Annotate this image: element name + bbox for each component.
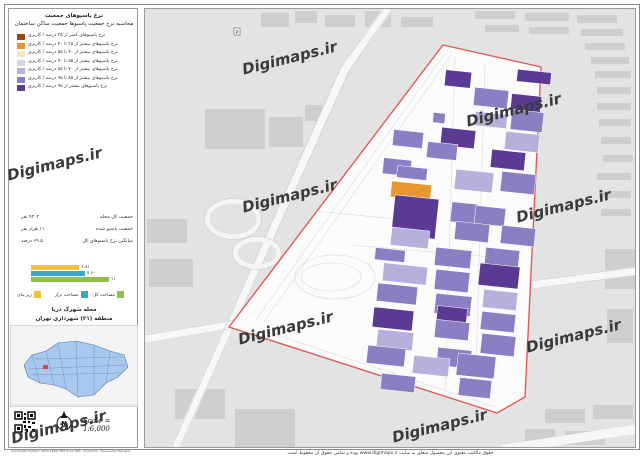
legend-label: نرخ پاسیوهای کمتر از ۲۵ درصد / کاربری [28, 33, 106, 38]
area-bar-label: ۶.۸۱ [81, 264, 90, 270]
building-block[interactable] [499, 171, 537, 195]
copyright-footer: حقوق مالکیت معنوی این محصول متعلق به سای… [286, 451, 494, 456]
legend-item: نرخ پاسیوهای بیشتر از ۹۵ درصد / کاربری [17, 84, 135, 92]
bar-legend-item: مساحت کل [93, 291, 124, 299]
study-area-marker [43, 365, 48, 369]
bar-legend-swatch [116, 291, 124, 298]
bar-legend-swatch [33, 291, 41, 298]
building-block[interactable] [453, 168, 495, 194]
building-block[interactable] [477, 262, 521, 290]
stat-key: جمعیت کل محله [99, 215, 133, 220]
legend-item: نرخ پاسیوهای بیشتر از ۴۰ تا ۵۵ درصد / کا… [17, 50, 135, 58]
building-block[interactable] [433, 246, 473, 270]
legend-swatch [17, 59, 25, 66]
building-block[interactable] [389, 226, 431, 250]
building-block[interactable] [481, 288, 519, 312]
stat-value: ۱۱ هزار نفر [21, 227, 45, 232]
area-bar [31, 277, 109, 282]
area-bar-label: ۱۱ [111, 276, 116, 282]
area-bar-label: ۷.۶۰ [86, 270, 96, 276]
stat-row: جمعیت پاسیو شده ۱۱ هزار نفر [21, 227, 133, 236]
building-block[interactable] [433, 269, 471, 293]
legend-swatch [17, 42, 25, 49]
area-bar [31, 265, 80, 270]
stat-value: ۶۹.۵ درصد [21, 239, 43, 244]
building-block[interactable] [457, 377, 493, 399]
building-block[interactable] [499, 224, 537, 248]
legend-subtitle: محاسبه نرخ جمعیت پاسیوها جمعیت ساکن ساخت… [14, 21, 134, 27]
legend-label: نرخ پاسیوهای بیشتر از ۴۰ تا ۵۵ درصد / کا… [28, 50, 118, 55]
stat-value: ۹۴۰۲ نفر [21, 215, 40, 220]
stat-row: جمعیت کل محله ۹۴۰۲ نفر [21, 215, 133, 224]
bar-legend-label: مساحت کل [93, 293, 115, 298]
bar-legend-label: مساحت تراز [55, 293, 79, 298]
building-block[interactable] [411, 354, 451, 378]
building-block[interactable] [489, 148, 527, 172]
inset-map [10, 325, 138, 407]
legend-swatch [17, 76, 25, 83]
stat-key: جمعیت پاسیو شده [95, 227, 133, 232]
legend-item: نرخ پاسیوهای بیشتر از ۲۵ تا ۴۰ درصد / کا… [17, 42, 135, 50]
bar-legend-item: مساحت تراز [55, 291, 88, 299]
legend-swatch [17, 34, 25, 40]
building-block[interactable] [453, 220, 491, 244]
legend-label: نرخ پاسیوهای بیشتر از ۲۵ تا ۴۰ درصد / کا… [28, 41, 118, 47]
building-block[interactable] [371, 306, 415, 332]
legend-label: نرخ پاسیوهای بیشتر از ۸۵ تا ۹۵ درصد / کا… [28, 75, 118, 81]
bar-legend-item: زیر بنای [17, 291, 41, 299]
projection-credit: Coordinate System: WGS 1984 UTM Zone 39N… [11, 449, 131, 453]
legend-item: نرخ پاسیوهای بیشتر از ۵۵ تا ۷۰ درصد / کا… [17, 59, 135, 67]
building-block[interactable] [379, 372, 417, 394]
building-block[interactable] [365, 344, 407, 368]
building-block[interactable] [425, 141, 459, 161]
building-block[interactable] [449, 201, 479, 225]
map-view[interactable]: P Digimaps.ir Digimaps.ir Digimaps.ir Di… [144, 8, 636, 448]
inset-title: محله شهرک دریا [51, 307, 97, 313]
area-bar [31, 271, 85, 276]
legend-title: نرخ پاسیوهای جمعیت [44, 13, 104, 19]
building-block[interactable] [473, 205, 507, 227]
building-block[interactable] [503, 130, 541, 154]
svg-text:P: P [235, 30, 238, 36]
building-block[interactable] [479, 310, 517, 334]
legend-label: نرخ پاسیوهای بیشتر از ۹۵ درصد / کاربری [28, 84, 108, 89]
building-block[interactable] [455, 352, 497, 380]
building-block[interactable] [391, 129, 425, 149]
building-block[interactable] [479, 333, 517, 357]
legend-swatch [17, 68, 25, 74]
legend-item: نرخ پاسیوهای بیشتر از ۸۵ تا ۹۵ درصد / کا… [17, 76, 135, 84]
legend-swatch [17, 85, 25, 91]
map-canvas: P [145, 9, 635, 447]
building-block[interactable] [443, 69, 473, 89]
legend-label: نرخ پاسیوهای بیشتر از ۵۵ تا ۷۰ درصد / کا… [28, 58, 118, 64]
bar-legend-label: زیر بنای [17, 293, 32, 298]
stat-key: میانگین نرخ پاسیوهای کل [82, 239, 133, 244]
legend-swatch [17, 51, 25, 57]
legend-item: نرخ پاسیوهای بیشتر از ۷۰ تا ۸۵ درصد / کا… [17, 67, 135, 75]
building-block[interactable] [375, 282, 419, 306]
legend-panel: نرخ پاسیوهای جمعیت محاسبه نرخ جمعیت پاسی… [8, 8, 138, 453]
bar-legend-swatch [80, 291, 88, 298]
building-block[interactable] [432, 112, 446, 124]
inset-subtitle: منطقه (۳۱) شهرداری تهران [35, 316, 113, 322]
building-block[interactable] [436, 305, 468, 323]
legend-item: نرخ پاسیوهای کمتر از ۲۵ درصد / کاربری [17, 33, 135, 41]
legend-label: نرخ پاسیوهای بیشتر از ۷۰ تا ۸۵ درصد / کا… [28, 67, 118, 72]
stat-row: میانگین نرخ پاسیوهای کل ۶۹.۵ درصد [21, 239, 133, 248]
